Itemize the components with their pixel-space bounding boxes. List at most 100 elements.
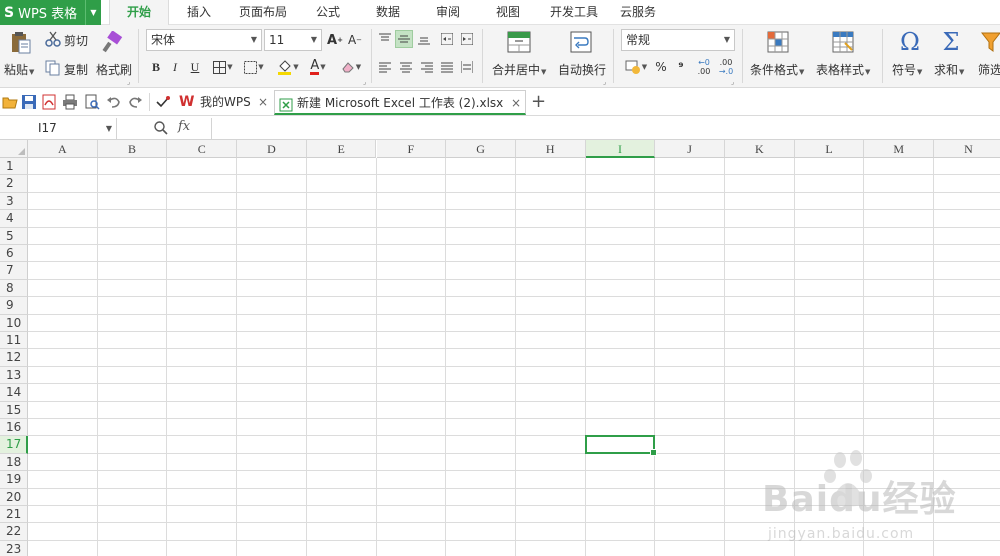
row-header-17[interactable]: 17 bbox=[0, 436, 28, 454]
paste-button[interactable]: 粘贴▼ bbox=[4, 61, 34, 78]
font-color-button[interactable]: A ▼ bbox=[304, 58, 332, 76]
dialog-launcher-icon[interactable]: ⌟ bbox=[127, 78, 130, 86]
currency-button[interactable]: ▼ bbox=[622, 58, 650, 76]
column-header-d[interactable]: D bbox=[237, 140, 307, 158]
row-header-7[interactable]: 7 bbox=[0, 262, 28, 280]
print-icon[interactable] bbox=[62, 94, 78, 110]
column-header-l[interactable]: L bbox=[794, 140, 865, 158]
filter-button[interactable]: 筛选 bbox=[978, 61, 1000, 78]
borders-button[interactable]: ▼ bbox=[209, 58, 237, 76]
conditional-format-button[interactable]: 条件格式▼ bbox=[750, 61, 804, 78]
row-header-10[interactable]: 10 bbox=[0, 314, 28, 332]
tab-data[interactable]: 数据 bbox=[366, 0, 410, 25]
row-header-19[interactable]: 19 bbox=[0, 471, 28, 489]
doc-tab-my-wps[interactable]: W 我的WPS × bbox=[176, 90, 272, 115]
merge-center-button[interactable]: 合并居中▼ bbox=[492, 61, 546, 78]
sigma-icon[interactable]: Σ bbox=[938, 27, 964, 57]
row-header-13[interactable]: 13 bbox=[0, 366, 28, 385]
align-top-icon[interactable] bbox=[376, 30, 394, 48]
customize-toolbar-icon[interactable] bbox=[155, 94, 171, 110]
tab-insert[interactable]: 插入 bbox=[175, 0, 223, 25]
column-header-e[interactable]: E bbox=[306, 140, 377, 158]
close-icon[interactable]: × bbox=[258, 90, 268, 115]
open-folder-icon[interactable] bbox=[2, 94, 18, 110]
cut-button[interactable]: 剪切 bbox=[64, 32, 88, 49]
chevron-down-icon[interactable]: ▼ bbox=[85, 0, 101, 25]
font-name-select[interactable]: 宋体 ▼ bbox=[146, 29, 262, 51]
name-box[interactable]: I17 ▼ bbox=[0, 118, 117, 139]
align-middle-icon[interactable] bbox=[395, 30, 413, 48]
align-bottom-icon[interactable] bbox=[415, 30, 433, 48]
row-header-21[interactable]: 21 bbox=[0, 506, 28, 524]
distributed-align-icon[interactable] bbox=[458, 58, 476, 76]
decrease-decimal-button[interactable]: .00 →.0 bbox=[716, 56, 736, 78]
new-tab-plus-icon[interactable]: + bbox=[531, 91, 546, 112]
wrap-text-icon[interactable] bbox=[568, 29, 594, 55]
justify-icon[interactable] bbox=[438, 58, 456, 76]
row-header-3[interactable]: 3 bbox=[0, 192, 28, 211]
row-header-5[interactable]: 5 bbox=[0, 227, 28, 245]
print-preview-icon[interactable] bbox=[84, 94, 100, 110]
tab-cloud[interactable]: 云服务 bbox=[614, 0, 662, 25]
save-icon[interactable] bbox=[21, 94, 37, 110]
column-header-c[interactable]: C bbox=[167, 140, 238, 158]
tab-review[interactable]: 审阅 bbox=[426, 0, 470, 25]
dialog-launcher-icon[interactable]: ⌟ bbox=[731, 78, 734, 86]
wrap-text-button[interactable]: 自动换行 bbox=[558, 61, 606, 78]
increase-font-icon[interactable]: A + bbox=[326, 31, 344, 49]
tab-developer[interactable]: 开发工具 bbox=[544, 0, 604, 25]
decrease-indent-icon[interactable] bbox=[438, 30, 456, 48]
row-header-14[interactable]: 14 bbox=[0, 384, 28, 402]
column-header-a[interactable]: A bbox=[28, 140, 98, 158]
cell-style-button[interactable]: ▼ bbox=[240, 58, 268, 76]
align-center-icon[interactable] bbox=[397, 58, 415, 76]
increase-indent-icon[interactable] bbox=[458, 30, 476, 48]
italic-button[interactable]: I bbox=[166, 58, 184, 76]
row-header-1[interactable]: 1 bbox=[0, 158, 28, 176]
copy-button[interactable]: 复制 bbox=[64, 61, 88, 78]
row-header-22[interactable]: 22 bbox=[0, 523, 28, 541]
format-painter-button[interactable]: 格式刷 bbox=[96, 61, 132, 78]
doc-tab-workbook[interactable]: 新建 Microsoft Excel 工作表 (2).xlsx × bbox=[274, 90, 526, 115]
symbol-button[interactable]: 符号▼ bbox=[892, 61, 922, 78]
redo-icon[interactable] bbox=[127, 94, 143, 110]
dialog-launcher-icon[interactable]: ⌟ bbox=[363, 78, 366, 86]
bold-button[interactable]: B bbox=[147, 58, 165, 76]
active-cell[interactable] bbox=[584, 435, 657, 457]
column-header-f[interactable]: F bbox=[376, 140, 447, 158]
insert-function-button[interactable]: fx bbox=[178, 119, 190, 134]
scissors-icon[interactable] bbox=[44, 30, 62, 48]
tab-page-layout[interactable]: 页面布局 bbox=[232, 0, 294, 25]
merge-center-icon[interactable] bbox=[506, 29, 532, 55]
paste-icon[interactable] bbox=[6, 30, 36, 56]
column-header-g[interactable]: G bbox=[446, 140, 516, 158]
formula-input[interactable] bbox=[211, 118, 1000, 139]
row-header-23[interactable]: 23 bbox=[0, 540, 28, 556]
column-header-j[interactable]: J bbox=[655, 140, 725, 158]
dialog-launcher-icon[interactable]: ⌟ bbox=[603, 78, 606, 86]
column-header-m[interactable]: M bbox=[864, 140, 935, 158]
align-left-icon[interactable] bbox=[376, 58, 394, 76]
undo-icon[interactable] bbox=[106, 94, 122, 110]
fill-color-button[interactable]: ▼ bbox=[274, 58, 302, 76]
omega-icon[interactable]: Ω bbox=[896, 27, 924, 57]
conditional-format-icon[interactable] bbox=[765, 29, 791, 55]
row-header-6[interactable]: 6 bbox=[0, 245, 28, 263]
font-size-select[interactable]: 11 ▼ bbox=[264, 29, 322, 51]
tab-formulas[interactable]: 公式 bbox=[306, 0, 350, 25]
column-header-i[interactable]: I bbox=[585, 140, 656, 158]
app-menu-button[interactable]: S WPS 表格 ▼ bbox=[0, 0, 101, 25]
column-header-h[interactable]: H bbox=[515, 140, 586, 158]
chevron-down-icon[interactable]: ▼ bbox=[106, 118, 112, 139]
row-header-20[interactable]: 20 bbox=[0, 488, 28, 506]
thousands-separator-button[interactable]: ⁹ bbox=[672, 58, 690, 76]
row-header-4[interactable]: 4 bbox=[0, 210, 28, 228]
row-header-16[interactable]: 16 bbox=[0, 419, 28, 437]
decrease-font-icon[interactable]: A − bbox=[346, 31, 364, 49]
clear-format-button[interactable]: ▼ bbox=[338, 58, 364, 76]
row-header-2[interactable]: 2 bbox=[0, 175, 28, 193]
underline-button[interactable]: U bbox=[186, 58, 204, 76]
percent-button[interactable]: % bbox=[652, 58, 670, 76]
table-style-button[interactable]: 表格样式▼ bbox=[816, 61, 870, 78]
row-header-12[interactable]: 12 bbox=[0, 349, 28, 367]
